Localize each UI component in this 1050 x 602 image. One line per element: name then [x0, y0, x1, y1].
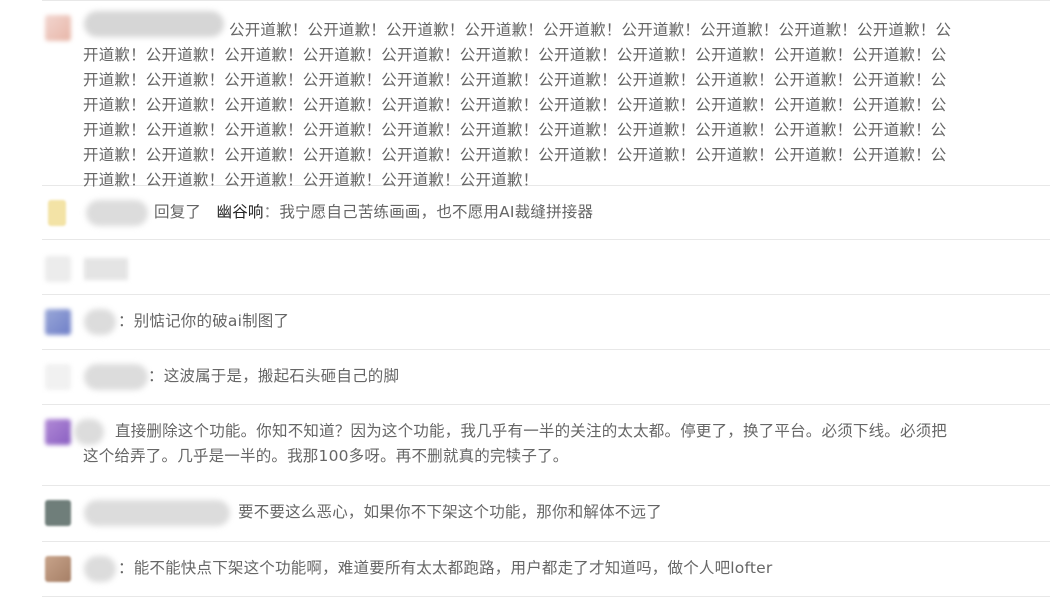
reply-label: 回复了: [154, 203, 202, 221]
comment-item: 公开道歉！公开道歉！公开道歉！公开道歉！公开道歉！公开道歉！公开道歉！公开道歉！…: [42, 0, 1050, 189]
comment-item: 回复了 幽谷响：我宁愿自己苦练画画，也不愿用AI裁缝拼接器: [42, 186, 1050, 240]
avatar[interactable]: [45, 500, 71, 526]
username-blurred[interactable]: [84, 258, 128, 280]
avatar[interactable]: [45, 419, 71, 445]
username-blurred[interactable]: [84, 500, 230, 526]
comment-item: 直接删除这个功能。你知不知道？因为这个功能，我几乎有一半的关注的太太都。停更了，…: [42, 405, 1050, 486]
avatar[interactable]: [45, 364, 71, 390]
comment-text: 回复了 幽谷响：我宁愿自己苦练画画，也不愿用AI裁缝拼接器: [154, 200, 954, 225]
username-blurred[interactable]: [84, 556, 116, 582]
comment-text: 直接删除这个功能。你知不知道？因为这个功能，我几乎有一半的关注的太太都。停更了，…: [83, 422, 948, 465]
comment-text: 公开道歉！公开道歉！公开道歉！公开道歉！公开道歉！公开道歉！公开道歉！公开道歉！…: [83, 21, 952, 189]
comment-body: 我宁愿自己苦练画画，也不愿用AI裁缝拼接器: [279, 203, 594, 221]
avatar[interactable]: [45, 256, 71, 282]
username-blurred[interactable]: [84, 309, 116, 335]
comment-text: ：能不能快点下架这个功能啊，难道要所有太太都跑路，用户都走了才知道吗，做个人吧l…: [118, 559, 773, 577]
avatar[interactable]: [45, 15, 71, 41]
comment-text: ：这波属于是，搬起石头砸自己的脚: [148, 367, 400, 385]
comment-item: [42, 240, 1050, 295]
comment-text: 要不要这么恶心，如果你不下架这个功能，那你和解体不远了: [238, 503, 662, 521]
colon: ：: [263, 203, 280, 221]
comment-item: ：能不能快点下架这个功能啊，难道要所有太太都跑路，用户都走了才知道吗，做个人吧l…: [42, 542, 1050, 597]
username-blurred[interactable]: [86, 200, 148, 226]
username-blurred[interactable]: [84, 364, 148, 390]
avatar[interactable]: [48, 200, 66, 226]
reply-target-username[interactable]: 幽谷响: [217, 203, 264, 221]
comment-item: ：这波属于是，搬起石头砸自己的脚: [42, 350, 1050, 405]
comment-item: ：别惦记你的破ai制图了: [42, 295, 1050, 350]
comment-item: 要不要这么恶心，如果你不下架这个功能，那你和解体不远了: [42, 486, 1050, 542]
avatar[interactable]: [45, 309, 71, 335]
comment-text: ：别惦记你的破ai制图了: [118, 312, 290, 330]
comment-list: 公开道歉！公开道歉！公开道歉！公开道歉！公开道歉！公开道歉！公开道歉！公开道歉！…: [42, 0, 1050, 597]
avatar[interactable]: [45, 556, 71, 582]
